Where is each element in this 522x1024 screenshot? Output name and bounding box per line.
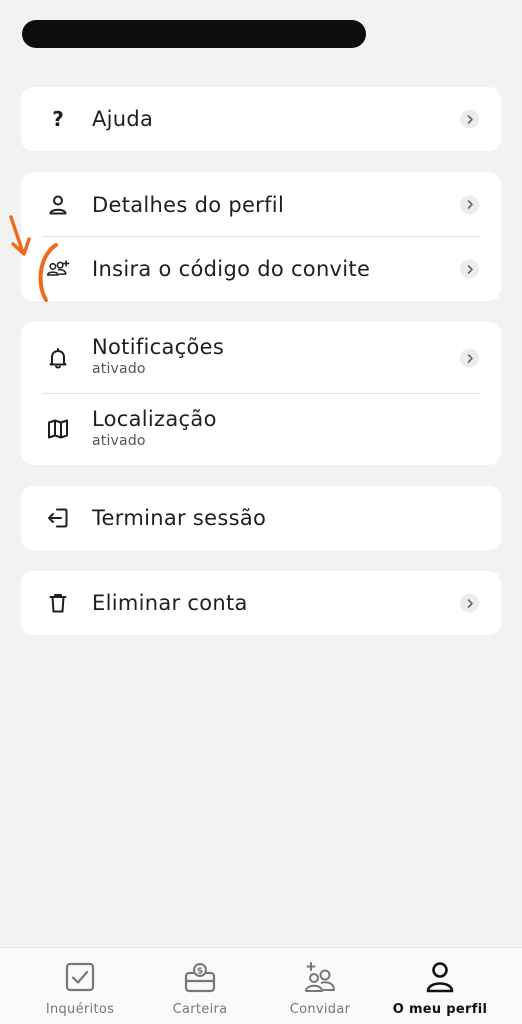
chevron-right-icon [460, 109, 479, 129]
tab-carteira[interactable]: $ Carteira [140, 948, 260, 1024]
person-icon [380, 960, 500, 994]
logout-icon [45, 505, 71, 531]
logout-card: Terminar sessão [21, 486, 501, 550]
tab-inqueritos[interactable]: Inquéritos [20, 948, 140, 1024]
menu-item-help[interactable]: ? Ajuda [21, 87, 501, 151]
menu-item-logout[interactable]: Terminar sessão [21, 486, 501, 550]
tab-label: Convidar [289, 1002, 351, 1017]
delete-account-label: Eliminar conta [92, 591, 248, 615]
menu-item-invite-code[interactable]: Insira o código do convite [21, 237, 501, 301]
help-label: Ajuda [92, 107, 154, 131]
redacted-user-name [22, 20, 366, 48]
menu-item-notifications[interactable]: Notificações ativado [21, 322, 501, 394]
chevron-right-icon [460, 195, 479, 214]
tab-label: Inquéritos [45, 1002, 115, 1017]
logout-label: Terminar sessão [92, 506, 267, 530]
bell-icon [45, 345, 71, 371]
tab-convidar[interactable]: Convidar [260, 948, 380, 1024]
chevron-right-icon [460, 259, 479, 279]
tab-label: Carteira [172, 1002, 228, 1017]
chevron-right-icon [460, 348, 479, 368]
menu-item-delete-account[interactable]: Eliminar conta [21, 571, 501, 635]
notifications-status: ativado [92, 361, 146, 377]
menu-item-profile-details[interactable]: Detalhes do perfil [21, 172, 501, 237]
menu-item-location[interactable]: Localização ativado [21, 394, 501, 464]
map-icon [45, 416, 71, 442]
svg-text:?: ? [52, 107, 64, 131]
location-label: Localização [92, 407, 217, 431]
settings-card: Notificações ativado Localização ativado [21, 322, 501, 465]
location-text: Localização ativado [92, 406, 217, 450]
profile-details-label: Detalhes do perfil [92, 192, 285, 217]
notifications-label: Notificações [92, 335, 225, 359]
wallet-icon: $ [140, 960, 260, 994]
tab-o-meu-perfil[interactable]: O meu perfil [380, 948, 500, 1024]
people-add-icon [45, 256, 71, 282]
bottom-tab-bar: Inquéritos $ Carteira Convidar O meu per… [0, 947, 522, 1024]
location-status: ativado [92, 433, 146, 449]
profile-card: Detalhes do perfil Insira o código do co… [21, 172, 501, 301]
checkbox-icon [20, 960, 140, 994]
tab-label: O meu perfil [392, 1002, 488, 1017]
svg-text:$: $ [197, 967, 203, 977]
help-card: ? Ajuda [21, 87, 501, 151]
chevron-right-icon [460, 593, 479, 613]
notifications-text: Notificações ativado [92, 334, 224, 378]
question-mark-icon: ? [45, 106, 71, 132]
delete-account-card: Eliminar conta [21, 571, 501, 635]
invite-code-label: Insira o código do convite [92, 257, 371, 281]
invite-people-icon [260, 960, 380, 994]
trash-icon [45, 590, 71, 616]
person-icon [45, 192, 71, 218]
